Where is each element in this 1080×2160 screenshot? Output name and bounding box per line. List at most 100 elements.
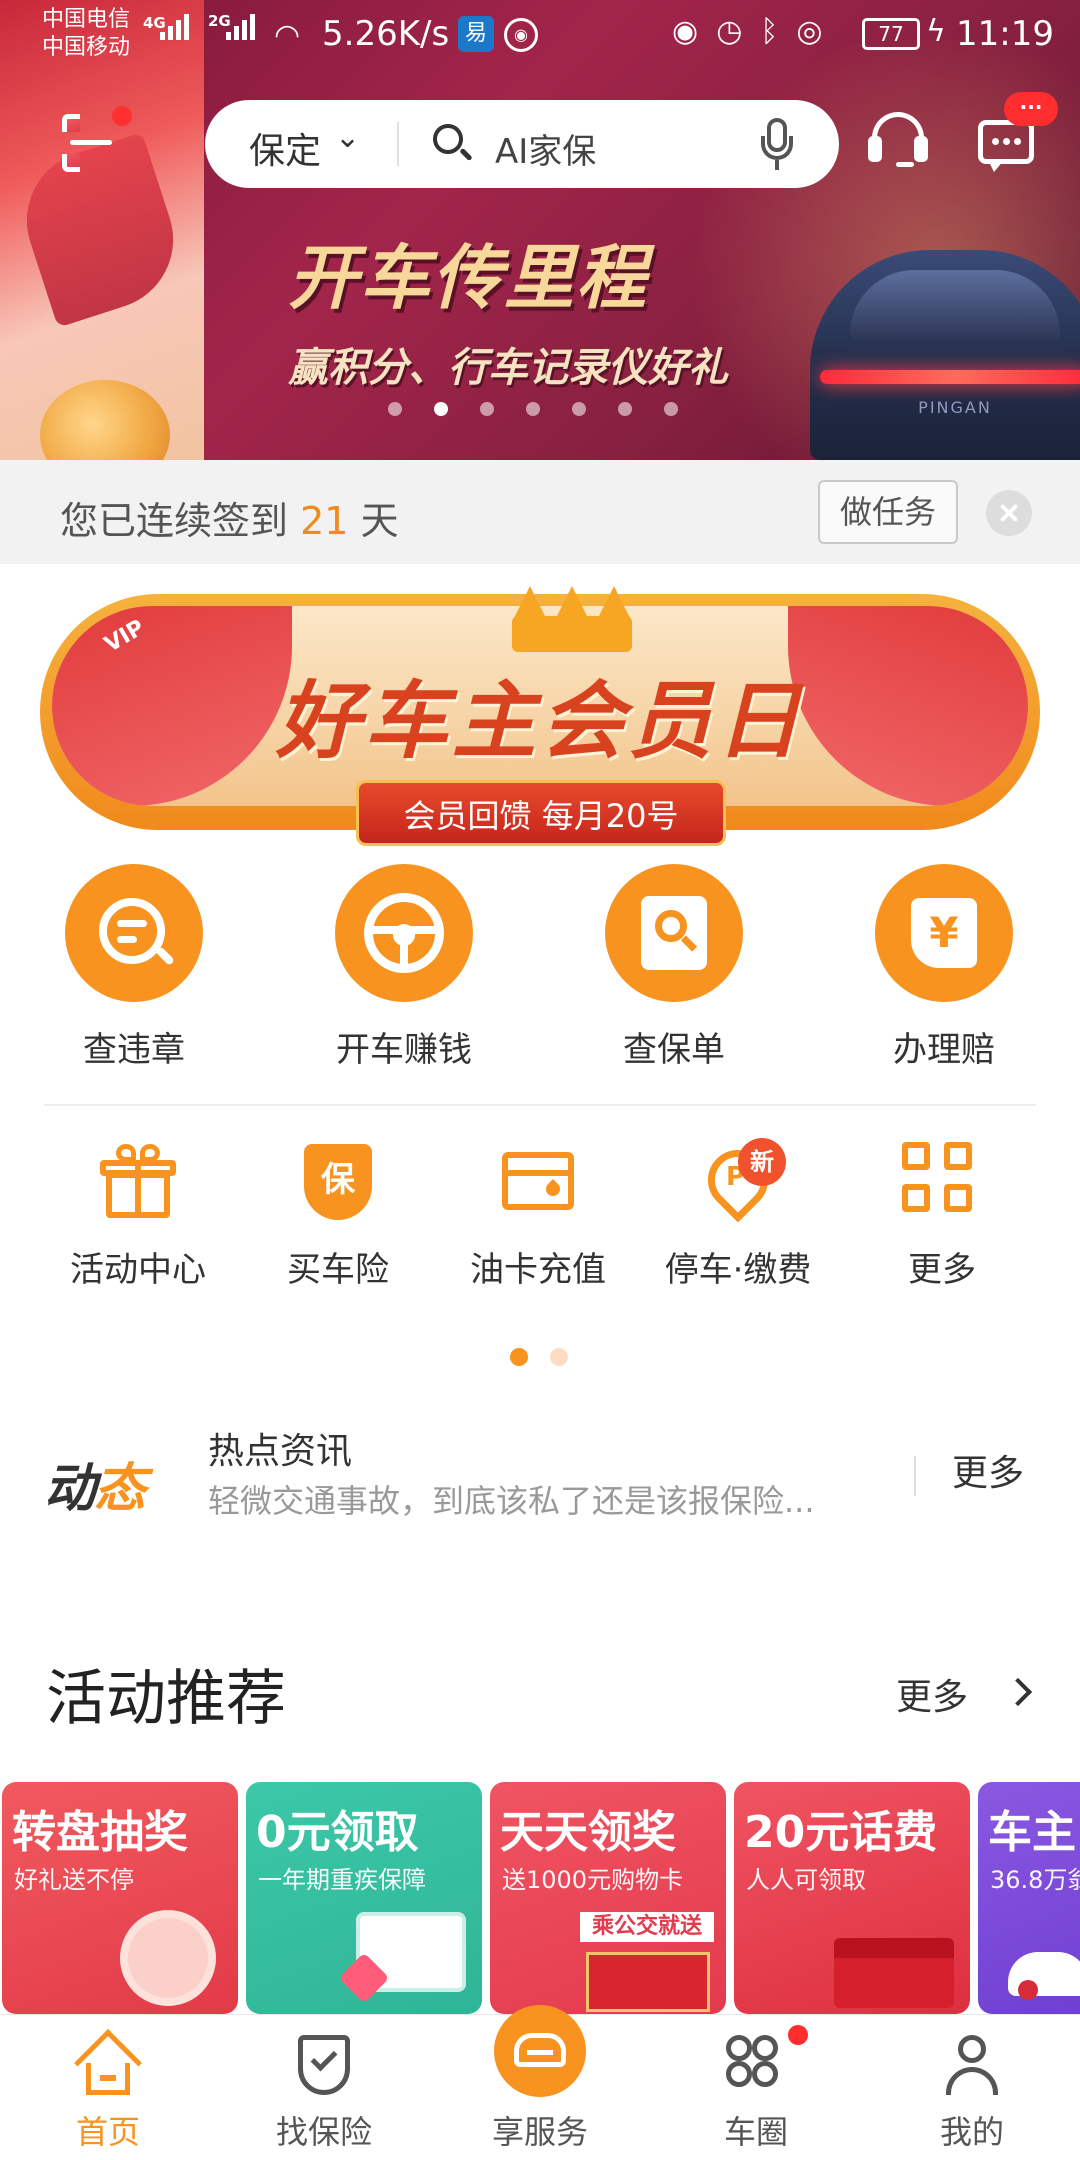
customer-service-icon[interactable]: [868, 112, 928, 174]
car-illustration: PINGAN: [810, 210, 1080, 460]
card-subtitle: 送1000元购物卡: [502, 1866, 684, 1894]
nav-label: 找保险: [275, 2113, 372, 2151]
member-day-title: 好车主会员日: [275, 672, 804, 770]
car-service-icon[interactable]: [494, 2005, 586, 2097]
search-icon: [431, 122, 473, 166]
activity-card[interactable]: 车主 36.8万翁: [978, 1782, 1080, 2014]
service-label: 查违章: [83, 1030, 185, 1070]
pager-dot-active: [510, 1348, 528, 1366]
eye-icon: ◉: [672, 14, 699, 49]
battery-icon: 77: [862, 18, 920, 50]
shopping-card-icon: [586, 1952, 710, 2012]
card-subtitle: 一年期重疾保障: [258, 1866, 426, 1894]
nav-home[interactable]: 首页: [0, 2015, 216, 2160]
do-task-button[interactable]: 做任务: [818, 480, 958, 544]
service-label: 停车·缴费: [664, 1250, 812, 1290]
card-title: 天天领奖: [500, 1807, 676, 1858]
news-ticker[interactable]: 动态 热点资讯 轻微交通事故，到底该私了还是该报保险... 更多: [0, 1404, 1080, 1554]
activity-card[interactable]: 天天领奖 送1000元购物卡 乘公交就送: [490, 1782, 726, 2014]
nav-find-insurance[interactable]: 找保险: [216, 2015, 432, 2160]
app-notification-icon-2: ◉: [504, 18, 538, 52]
prize-wheel-icon: [120, 1910, 216, 2006]
close-icon[interactable]: [986, 490, 1032, 536]
news-logo-char: 态: [94, 1459, 146, 1519]
section-divider: [44, 1104, 1036, 1106]
grid-icon: [902, 1142, 982, 1222]
system-icons: ◉ ◷ ᛒ ◎: [672, 14, 823, 49]
carousel-dot: [480, 402, 494, 416]
carrier-names: 中国电信 中国移动: [42, 6, 130, 62]
card-subtitle: 好礼送不停: [14, 1866, 134, 1894]
signal-icon: [160, 14, 189, 40]
news-logo-char: 动: [44, 1459, 96, 1519]
service-label: 油卡充值: [470, 1250, 606, 1290]
service-claims[interactable]: ¥ 办理赔: [834, 864, 1054, 1071]
service-policy-lookup[interactable]: 查保单: [564, 864, 784, 1071]
card-tag: 乘公交就送: [580, 1912, 714, 1942]
signal-icon-2: [226, 14, 255, 40]
activity-card[interactable]: 20元话费 人人可领取: [734, 1782, 970, 2014]
news-title: 热点资讯: [208, 1431, 353, 1472]
activities-more-link[interactable]: 更多: [896, 1668, 968, 1720]
carrier-1: 中国电信: [42, 7, 131, 32]
activity-card[interactable]: 转盘抽奖 好礼送不停: [2, 1782, 238, 2014]
hero-subtitle: 赢积分、行车记录仪好礼: [288, 345, 728, 391]
nav-label: 车圈: [723, 2113, 788, 2151]
search-bar[interactable]: 保定 ⌄ AI家保: [205, 100, 839, 188]
violation-search-icon: [65, 864, 203, 1002]
member-day-banner[interactable]: VIP 好车主会员日 会员回馈 每月20号: [40, 586, 1040, 846]
news-divider: [914, 1456, 916, 1496]
signin-suffix: 天: [360, 499, 399, 543]
news-headline[interactable]: 轻微交通事故，到底该私了还是该报保险...: [208, 1476, 888, 1522]
hero-title: 开车传里程: [288, 237, 648, 319]
carousel-dot: [572, 402, 586, 416]
pager-dot: [550, 1348, 568, 1366]
carrier-2: 中国移动: [42, 35, 131, 60]
nav-label: 我的: [939, 2113, 1004, 2151]
search-input[interactable]: AI家保: [495, 124, 596, 173]
new-badge: 新: [738, 1138, 786, 1186]
primary-services: 查违章 开车赚钱 查保单 ¥ 办理赔: [0, 864, 1080, 1070]
service-violations[interactable]: 查违章: [24, 864, 244, 1071]
carousel-indicator: [388, 402, 678, 416]
scan-icon[interactable]: [62, 106, 814, 172]
city-selector[interactable]: 保定: [249, 122, 321, 174]
clock: 11:19: [956, 14, 1054, 54]
claims-yen-icon: ¥: [875, 864, 1013, 1002]
service-activity-center[interactable]: 活动中心: [38, 1142, 238, 1291]
service-more[interactable]: 更多: [842, 1142, 1042, 1291]
activity-card[interactable]: 0元领取 一年期重疾保障: [246, 1782, 482, 2014]
scan-notification-dot: [112, 106, 132, 126]
status-bar: 中国电信 中国移动 4G 2G ◠ 5.26K/s 易 ◉ ◉ ◷ ᛒ ◎ 77…: [0, 0, 1080, 70]
microphone-icon[interactable]: [759, 118, 795, 170]
insurance-shield-icon: 保: [298, 1142, 378, 1222]
chevron-right-icon[interactable]: [1003, 1677, 1033, 1707]
charging-icon: ϟ: [926, 14, 946, 49]
signin-prefix: 您已连续签到: [60, 499, 289, 543]
service-label: 买车险: [287, 1250, 389, 1290]
crown-icon: [512, 586, 632, 652]
signin-strip: 您已连续签到 21 天 做任务: [0, 460, 1080, 564]
service-fuel-card[interactable]: 油卡充值: [438, 1142, 638, 1291]
user-icon: [942, 2035, 1002, 2095]
signin-text: 您已连续签到 21 天: [60, 490, 399, 545]
nav-car-circle[interactable]: 车圈: [648, 2015, 864, 2160]
nav-label: 首页: [75, 2113, 140, 2151]
service-buy-insurance[interactable]: 保 买车险: [238, 1142, 438, 1291]
bluetooth-icon: ᛒ: [760, 14, 779, 49]
service-label: 更多: [908, 1250, 976, 1290]
news-more-link[interactable]: 更多: [952, 1444, 1024, 1496]
search-divider: [397, 122, 399, 166]
location-icon: ◎: [796, 14, 823, 49]
network-speed: 5.26K/s: [322, 14, 450, 54]
card-subtitle: 人人可领取: [746, 1866, 866, 1894]
fuel-card-icon: [498, 1142, 578, 1222]
chevron-down-icon[interactable]: ⌄: [335, 120, 360, 155]
carousel-dot-active: [434, 402, 448, 416]
nav-profile[interactable]: 我的: [864, 2015, 1080, 2160]
shield-glyph: 保: [304, 1144, 372, 1220]
signin-days: 21: [300, 499, 349, 543]
red-envelope-icon: [834, 1938, 954, 2008]
gift-icon: [98, 1142, 178, 1222]
service-drive-earn[interactable]: 开车赚钱: [294, 864, 514, 1071]
